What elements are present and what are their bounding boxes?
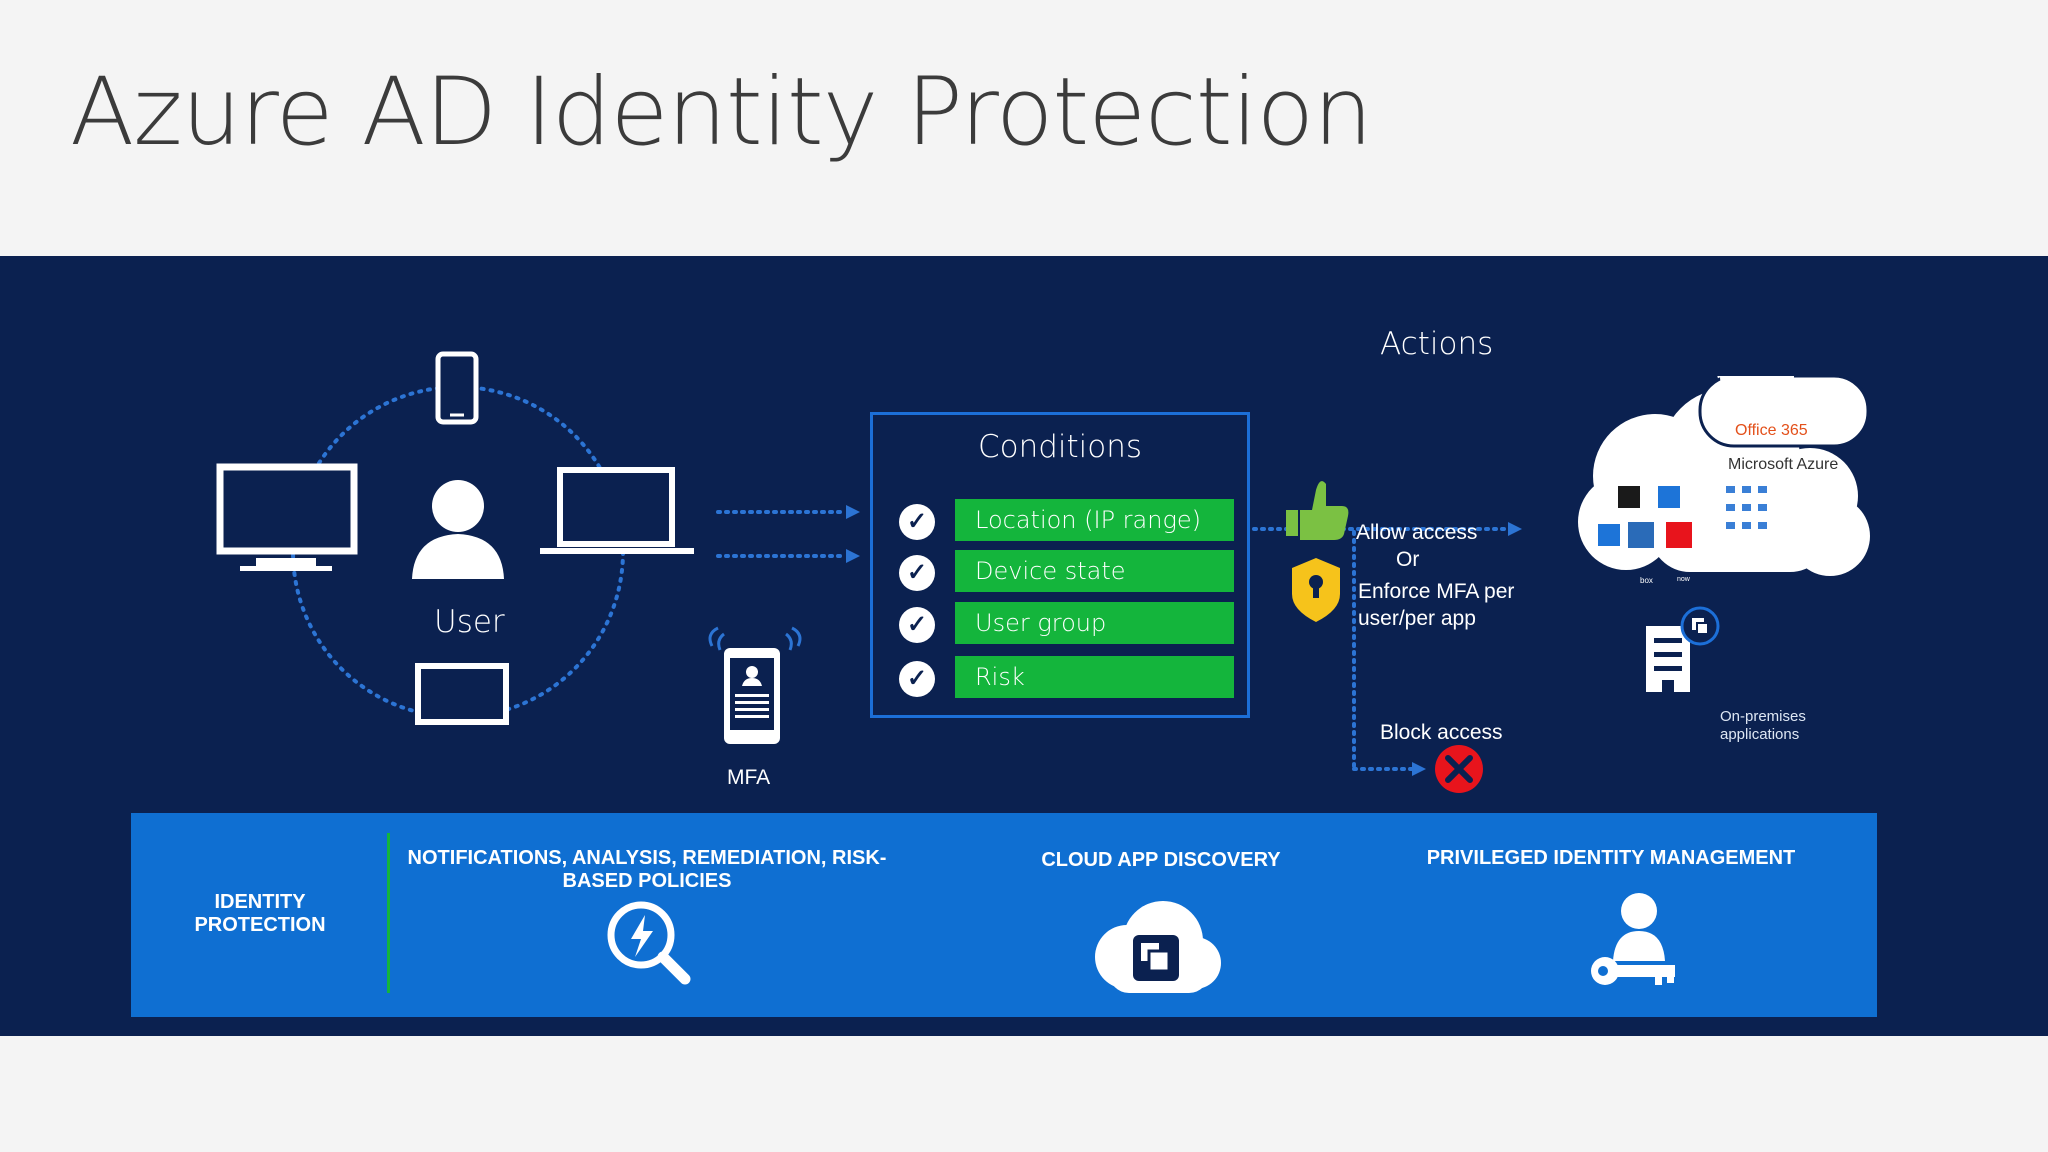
thumbs-up-icon: [1286, 481, 1349, 540]
user-person-icon: [412, 480, 504, 579]
mfa-label: MFA: [727, 766, 771, 789]
page-title: Azure AD Identity Protection: [70, 58, 1373, 167]
box-tile-icon: [1628, 522, 1654, 548]
block-x-icon: [1435, 745, 1483, 793]
flow-arrows-to-conditions: [716, 505, 860, 563]
band-divider: [387, 833, 390, 993]
notifications-label: NOTIFICATIONS, ANALYSIS, REMEDIATION, RI…: [407, 847, 887, 892]
mfa-phone-icon: [708, 626, 802, 744]
cloud-apps-graphic: [1578, 376, 1870, 692]
laptop-icon: [540, 467, 694, 554]
condition-label: User group: [955, 602, 1234, 644]
condition-label: Location (IP range): [955, 499, 1234, 541]
allow-access-label: Allow access: [1356, 521, 1478, 544]
microsoft-azure-logo: Microsoft Azure: [1728, 456, 1839, 473]
user-label: User: [434, 604, 505, 640]
app-tile-icon: [1598, 524, 1620, 546]
condition-item: ✓ User group: [899, 602, 1239, 646]
actions-title: Actions: [1380, 326, 1494, 362]
shield-lock-icon: [1292, 558, 1340, 622]
dropbox-tile-icon: [1658, 486, 1680, 508]
check-icon: ✓: [899, 607, 935, 643]
or-label: Or: [1396, 548, 1420, 571]
check-icon: ✓: [899, 555, 935, 591]
search-lightning-icon: [607, 901, 691, 985]
app-tile-icon: [1618, 486, 1640, 508]
conditions-panel: Conditions ✓ Location (IP range) ✓ Devic…: [870, 412, 1250, 718]
now-tile-icon: [1666, 522, 1692, 548]
cloud-discovery-icon: [1095, 901, 1221, 993]
pim-label: PRIVILEGED IDENTITY MANAGEMENT: [1426, 847, 1796, 869]
azure-service-icons: [1726, 486, 1767, 529]
building-icon: [1646, 606, 1720, 692]
check-icon: ✓: [899, 504, 935, 540]
condition-item: ✓ Risk: [899, 656, 1239, 700]
user-devices-graphic: [216, 351, 694, 725]
tablet-icon: [415, 663, 509, 725]
phone-icon: [435, 351, 479, 425]
capabilities-band: IDENTITY PROTECTION NOTIFICATIONS, ANALY…: [131, 813, 1877, 1017]
block-access-label: Block access: [1380, 721, 1503, 744]
on-premises-label: On-premises applications: [1720, 708, 1806, 743]
condition-label: Device state: [955, 550, 1234, 592]
condition-label: Risk: [955, 656, 1234, 698]
now-tile-label: now: [1677, 576, 1690, 583]
conditions-title: Conditions: [977, 429, 1143, 465]
office365-logo: Office 365: [1735, 422, 1808, 439]
cloud-app-discovery-label: CLOUD APP DISCOVERY: [1041, 849, 1281, 871]
check-icon: ✓: [899, 661, 935, 697]
enforce-mfa-label: Enforce MFA per user/per app: [1358, 580, 1515, 630]
box-tile-label: box: [1640, 576, 1653, 585]
user-key-icon: [1591, 893, 1675, 985]
desktop-monitor-icon: [216, 463, 358, 571]
identity-protection-label: IDENTITY PROTECTION: [194, 891, 326, 936]
condition-item: ✓ Location (IP range): [899, 499, 1239, 543]
condition-item: ✓ Device state: [899, 550, 1239, 594]
